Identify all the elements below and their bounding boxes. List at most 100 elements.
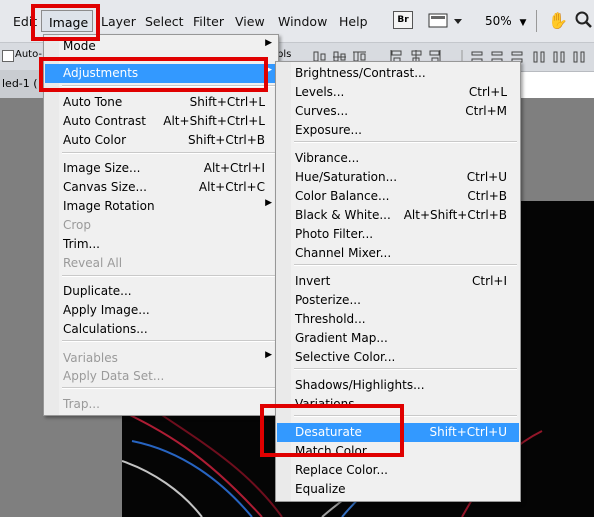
menu-item-shortcut: Ctrl+U (466, 170, 507, 184)
adjustments-item-curves[interactable]: Curves... Ctrl+M (277, 102, 519, 121)
menu-item-label: Vibrance... (295, 151, 360, 165)
menu-separator (62, 340, 275, 342)
menu-help[interactable]: Help (339, 14, 368, 29)
submenu-arrow-icon: ▶ (265, 38, 272, 48)
menu-item-shortcut: Ctrl+M (465, 104, 507, 118)
hand-tool-icon[interactable]: ✋ (548, 11, 568, 30)
adjustments-item-hue-saturation[interactable]: Hue/Saturation... Ctrl+U (277, 168, 519, 187)
image-menu-item-reveal-all: Reveal All (45, 254, 277, 273)
menu-item-label: Reveal All (63, 256, 123, 270)
menu-item-label: Image Size... (63, 161, 141, 175)
options-fragment: pls (277, 49, 292, 60)
adjustments-item-invert[interactable]: Invert Ctrl+I (277, 272, 519, 291)
annotation-image-menu (31, 4, 100, 41)
menu-item-label: Photo Filter... (295, 227, 374, 241)
menu-separator (294, 368, 517, 370)
auto-select-label: Auto- (15, 49, 43, 60)
menu-item-label: Variables (63, 351, 118, 365)
menu-item-label: Duplicate... (63, 284, 132, 298)
menu-item-label: Gradient Map... (295, 331, 388, 345)
menu-item-shortcut: Alt+Ctrl+C (198, 180, 265, 194)
menu-item-shortcut: Ctrl+I (472, 274, 507, 288)
menu-item-label: Trim... (63, 237, 100, 251)
menu-item-label: Levels... (295, 85, 345, 99)
image-menu-item-auto-contrast[interactable]: Auto Contrast Alt+Shift+Ctrl+L (45, 112, 277, 131)
menu-item-label: Mode (63, 39, 96, 53)
menu-window[interactable]: Window (278, 14, 327, 29)
image-menu-item-image-rotation[interactable]: Image Rotation ▶ (45, 197, 277, 216)
bridge-button[interactable]: Br (393, 11, 413, 29)
menu-separator (294, 141, 517, 143)
image-menu-item-variables: Variables ▶ (45, 349, 277, 368)
annotation-desaturate (260, 404, 404, 457)
submenu-arrow-icon: ▶ (265, 350, 272, 360)
menu-item-shortcut: Alt+Shift+Ctrl+L (163, 114, 265, 128)
bridge-label: Br (397, 15, 409, 25)
adjustments-item-equalize[interactable]: Equalize (277, 480, 519, 499)
menu-item-label: Shadows/Highlights... (295, 378, 425, 392)
menu-item-label: Apply Data Set... (63, 369, 165, 383)
menu-item-label: Calculations... (63, 322, 148, 336)
image-menu-item-image-size[interactable]: Image Size... Alt+Ctrl+I (45, 159, 277, 178)
adjustments-item-gradient-map[interactable]: Gradient Map... (277, 329, 519, 348)
menu-item-label: Auto Contrast (63, 114, 146, 128)
adjustments-item-exposure[interactable]: Exposure... (277, 121, 519, 140)
image-menu-item-trim[interactable]: Trim... (45, 235, 277, 254)
menu-item-label: Equalize (295, 482, 346, 496)
menu-item-label: Hue/Saturation... (295, 170, 398, 184)
menu-item-label: Canvas Size... (63, 180, 147, 194)
adjustments-item-black-white[interactable]: Black & White... Alt+Shift+Ctrl+B (277, 206, 519, 225)
menu-item-label: Replace Color... (295, 463, 388, 477)
menu-item-label: Channel Mixer... (295, 246, 392, 260)
menu-filter[interactable]: Filter (193, 14, 224, 29)
menu-separator (294, 264, 517, 266)
menu-separator (62, 152, 275, 154)
adjustments-item-selective-color[interactable]: Selective Color... (277, 348, 519, 367)
menu-item-label: Black & White... (295, 208, 391, 222)
document-tab-label: led-1 ( (2, 77, 38, 90)
adjustments-item-shadows-highlights[interactable]: Shadows/Highlights... (277, 376, 519, 395)
menu-layer[interactable]: Layer (101, 14, 136, 29)
menu-item-label: Auto Tone (63, 95, 123, 109)
menu-separator (62, 275, 275, 277)
menu-item-shortcut: Alt+Shift+Ctrl+B (403, 208, 507, 222)
menu-item-label: Threshold... (295, 312, 366, 326)
menu-select[interactable]: Select (145, 14, 184, 29)
image-menu-item-apply-data-set: Apply Data Set... (45, 367, 277, 386)
divider (536, 10, 537, 32)
zoom-value: 50% (485, 14, 512, 28)
adjustments-item-brightness-contrast[interactable]: Brightness/Contrast... (277, 64, 519, 83)
menu-item-label: Exposure... (295, 123, 362, 137)
adjustments-item-posterize[interactable]: Posterize... (277, 291, 519, 310)
chevron-down-icon: ▼ (519, 18, 527, 28)
menu-item-label: Color Balance... (295, 189, 390, 203)
menu-item-shortcut: Shift+Ctrl+U (429, 425, 507, 439)
menu-item-shortcut: Alt+Ctrl+I (203, 161, 265, 175)
auto-select-checkbox[interactable] (2, 50, 14, 62)
adjustments-item-vibrance[interactable]: Vibrance... (277, 149, 519, 168)
image-menu-item-auto-tone[interactable]: Auto Tone Shift+Ctrl+L (45, 93, 277, 112)
image-menu-item-trap: Trap... (45, 395, 277, 414)
image-menu-item-calculations[interactable]: Calculations... (45, 320, 277, 339)
image-menu-item-canvas-size[interactable]: Canvas Size... Alt+Ctrl+C (45, 178, 277, 197)
adjustments-item-levels[interactable]: Levels... Ctrl+L (277, 83, 519, 102)
zoom-dropdown[interactable]: 50% ▼ (485, 14, 526, 28)
adjustments-item-threshold[interactable]: Threshold... (277, 310, 519, 329)
adjustments-item-color-balance[interactable]: Color Balance... Ctrl+B (277, 187, 519, 206)
menu-view[interactable]: View (235, 14, 265, 29)
image-menu-item-auto-color[interactable]: Auto Color Shift+Ctrl+B (45, 131, 277, 150)
adjustments-item-replace-color[interactable]: Replace Color... (277, 461, 519, 480)
adjustments-item-channel-mixer[interactable]: Channel Mixer... (277, 244, 519, 263)
menu-item-shortcut: Ctrl+L (468, 85, 507, 99)
image-menu-item-apply-image[interactable]: Apply Image... (45, 301, 277, 320)
menu-item-label: Invert (295, 274, 331, 288)
menu-item-label: Brightness/Contrast... (295, 66, 426, 80)
screen-mode-icon[interactable] (428, 12, 468, 33)
menu-item-shortcut: Shift+Ctrl+B (188, 133, 265, 147)
zoom-tool-icon[interactable] (574, 10, 592, 31)
menu-item-label: Crop (63, 218, 92, 232)
menu-item-label: Apply Image... (63, 303, 150, 317)
image-menu-item-duplicate[interactable]: Duplicate... (45, 282, 277, 301)
adjustments-item-photo-filter[interactable]: Photo Filter... (277, 225, 519, 244)
menu-item-label: Curves... (295, 104, 349, 118)
